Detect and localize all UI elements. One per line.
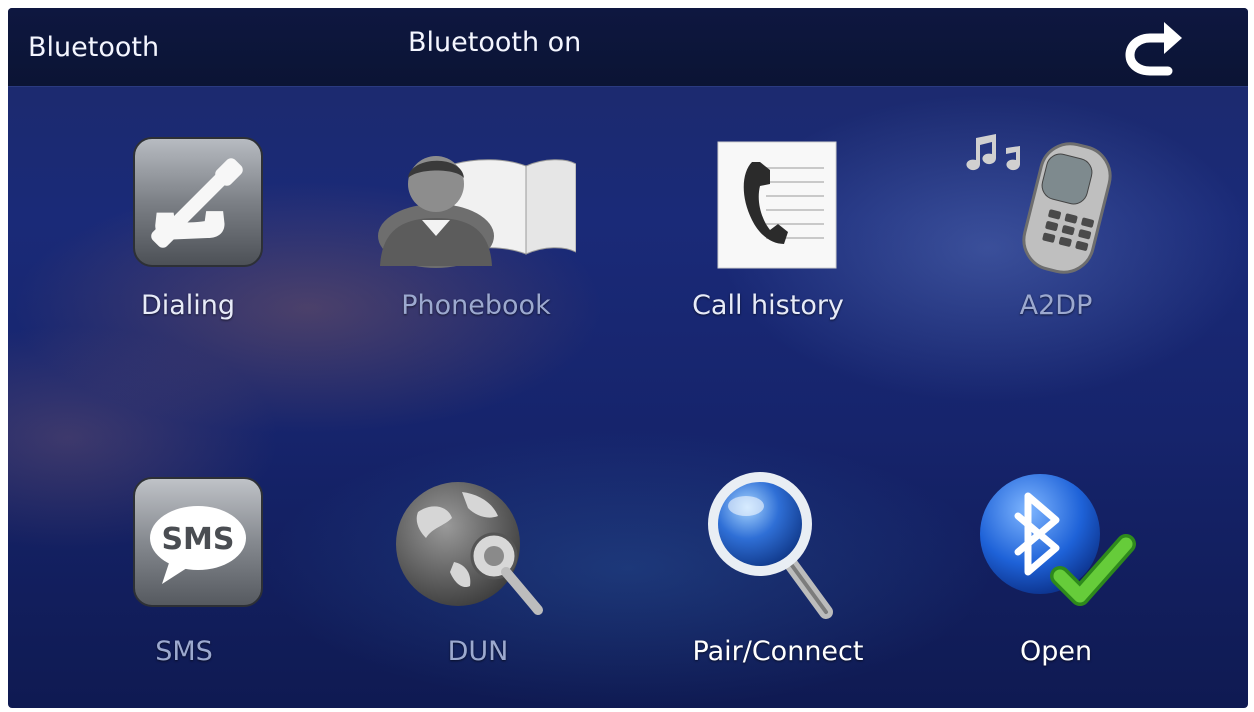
sms-icon-text: SMS bbox=[161, 522, 234, 557]
top-bar: Bluetooth Bluetooth on bbox=[8, 8, 1248, 87]
menu-item-label: DUN bbox=[447, 636, 509, 667]
phonebook-icon bbox=[378, 156, 576, 268]
magnifier-icon bbox=[708, 472, 833, 619]
menu-item-label: Call history bbox=[692, 290, 844, 321]
menu-item-pair-connect[interactable]: Pair/Connect bbox=[658, 464, 878, 674]
menu-item-a2dp[interactable]: A2DP bbox=[936, 132, 1156, 342]
call-history-icon bbox=[717, 141, 837, 269]
menu-item-dun[interactable]: DUN bbox=[362, 472, 582, 682]
menu-item-label: Dialing bbox=[140, 290, 236, 321]
menu-item-sms[interactable]: SMS SMS bbox=[78, 472, 298, 682]
page-title: Bluetooth bbox=[28, 32, 160, 63]
phone-handset-icon bbox=[133, 137, 263, 267]
bluetooth-screen: Bluetooth Bluetooth on Dialing Phonebook… bbox=[8, 8, 1248, 708]
menu-item-label: SMS bbox=[155, 636, 213, 667]
back-button[interactable] bbox=[1116, 16, 1188, 76]
menu-item-call-history[interactable]: Call history bbox=[658, 132, 878, 342]
menu-item-label: A2DP bbox=[1019, 290, 1093, 321]
menu-item-label: Open bbox=[1019, 636, 1093, 667]
menu-item-open[interactable]: Open bbox=[936, 472, 1156, 682]
music-phone-icon bbox=[966, 134, 1112, 274]
bluetooth-check-icon bbox=[980, 474, 1136, 606]
menu-item-label: Pair/Connect bbox=[692, 636, 864, 667]
sms-bubble-icon: SMS bbox=[133, 477, 263, 607]
globe-cable-icon bbox=[396, 482, 543, 615]
menu-item-label: Phonebook bbox=[401, 290, 551, 321]
menu-item-dialing[interactable]: Dialing bbox=[78, 132, 298, 342]
back-arrow-icon bbox=[1125, 22, 1182, 76]
menu-item-phonebook[interactable]: Phonebook bbox=[356, 132, 576, 342]
bluetooth-status: Bluetooth on bbox=[408, 27, 582, 58]
